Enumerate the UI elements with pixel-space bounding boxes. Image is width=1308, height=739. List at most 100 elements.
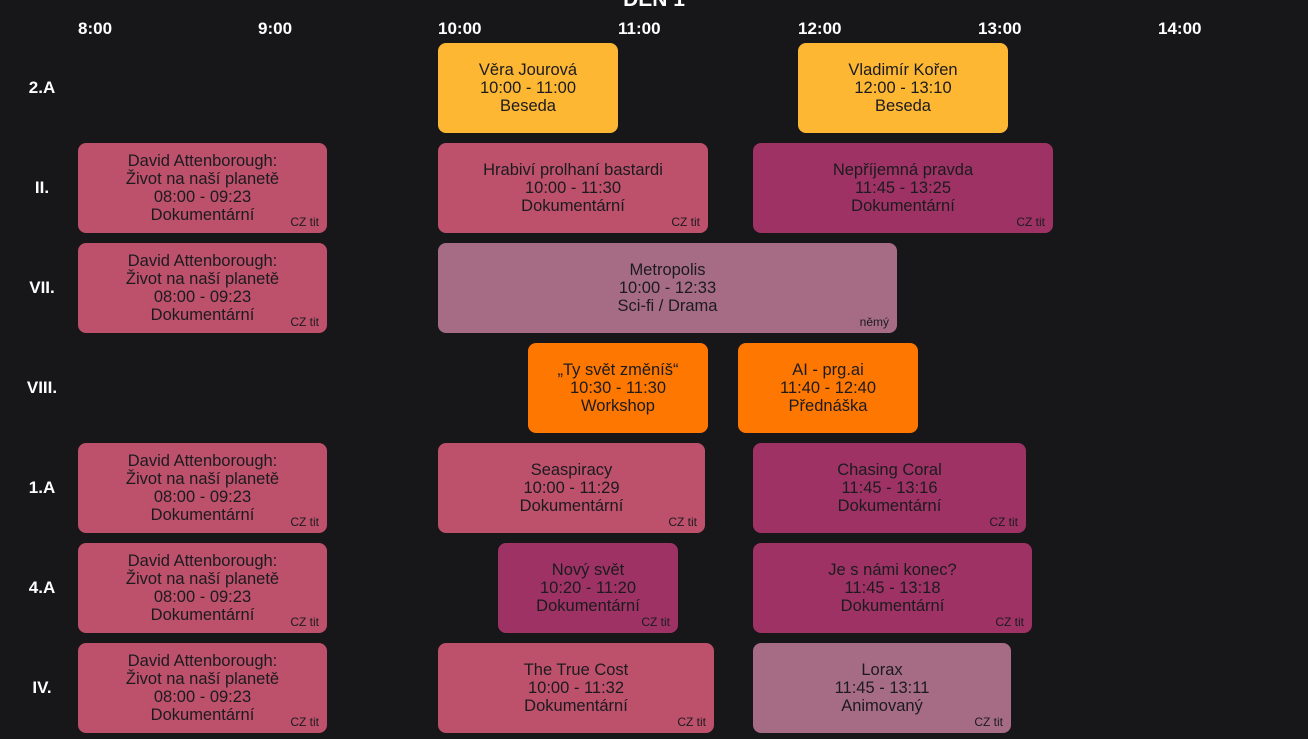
event-card[interactable]: Je s námi konec? 11:45 - 13:18 Dokumentárn…	[753, 543, 1032, 633]
event-tag: CZ tit	[290, 515, 319, 529]
time-label-1200: 12:00	[798, 19, 842, 38]
event-title-line2: Život na naší planetě	[125, 570, 280, 588]
event-card[interactable]: AI - prg.ai 11:40 - 12:40 Přednáška	[738, 343, 918, 433]
event-card[interactable]: Nový svět 10:20 - 11:20 Dokumentární CZ tit	[498, 543, 678, 633]
time-label-900: 9:00	[258, 19, 293, 38]
event-title: AI - prg.ai	[792, 361, 864, 379]
event-genre: Dokumentární	[150, 606, 255, 624]
event-genre: Sci-fi / Drama	[617, 297, 718, 315]
row-label-2a: 2.A	[28, 78, 56, 97]
event-title: Nový svět	[551, 561, 625, 579]
time-label-1400: 14:00	[1158, 19, 1202, 38]
event-tag: CZ tit	[974, 715, 1003, 729]
event-genre: Dokumentární	[521, 197, 625, 215]
row-label-viii: VIII.	[26, 378, 58, 397]
row-label-vii: VII.	[29, 278, 55, 297]
event-time: 10:30 - 11:30	[569, 379, 667, 397]
event-title-line2: Život na naší planetě	[125, 470, 280, 488]
event-time: 08:00 - 09:23	[153, 488, 252, 506]
event-title: Věra Jourová	[478, 61, 578, 79]
event-genre: Dokumentární	[851, 197, 955, 215]
event-tag: CZ tit	[290, 215, 319, 229]
event-title: David Attenborough:	[127, 152, 278, 170]
event-card[interactable]: Hrabiví prolhaní bastardi 10:00 - 11:30 Do…	[438, 143, 708, 233]
event-time: 10:00 - 11:32	[527, 679, 625, 697]
event-title: The True Cost	[523, 661, 629, 679]
event-time: 12:00 - 13:10	[854, 79, 952, 97]
event-time: 10:00 - 11:00	[479, 79, 577, 97]
event-card[interactable]: Metropolis 10:00 - 12:33 Sci-fi / Drama něm…	[438, 243, 897, 333]
event-card[interactable]: David Attenborough: Život na naší planetě…	[78, 143, 327, 233]
event-card[interactable]: Věra Jourová 10:00 - 11:00 Beseda	[438, 43, 618, 133]
event-genre: Beseda	[875, 97, 931, 115]
event-time: 08:00 - 09:23	[153, 588, 252, 606]
event-title: Nepříjemná pravda	[832, 161, 974, 179]
event-time: 11:40 - 12:40	[779, 379, 877, 397]
event-genre: Workshop	[581, 397, 655, 415]
event-title: Je s námi konec?	[828, 561, 957, 579]
event-card[interactable]: Seaspiracy 10:00 - 11:29 Dokumentární CZ ti…	[438, 443, 705, 533]
event-genre: Dokumentární	[150, 206, 255, 224]
row-label-ii: II.	[34, 178, 50, 197]
event-card[interactable]: David Attenborough: Život na naší planetě…	[78, 443, 327, 533]
event-title: Seaspiracy	[530, 461, 613, 479]
event-time: 08:00 - 09:23	[153, 288, 252, 306]
event-title-line2: Život na naší planetě	[125, 170, 280, 188]
event-tag: CZ tit	[989, 515, 1018, 529]
event-card[interactable]: David Attenborough: Život na naší planetě…	[78, 643, 327, 733]
event-genre: Animovaný	[841, 697, 923, 715]
event-title-line2: Život na naší planetě	[125, 270, 280, 288]
event-time: 10:00 - 11:30	[524, 179, 622, 197]
event-card[interactable]: Vladimír Kořen 12:00 - 13:10 Beseda	[798, 43, 1008, 133]
event-genre: Beseda	[500, 97, 556, 115]
event-time: 11:45 - 13:16	[841, 479, 938, 497]
event-card[interactable]: David Attenborough: Život na naší planetě…	[78, 243, 327, 333]
event-card[interactable]: Chasing Coral 11:45 - 13:16 Dokumentární CZ…	[753, 443, 1026, 533]
event-time: 10:20 - 11:20	[539, 579, 637, 597]
event-genre: Dokumentární	[150, 306, 255, 324]
event-card[interactable]: Nepříjemná pravda 11:45 - 13:25 Dokumentár…	[753, 143, 1053, 233]
event-title: David Attenborough:	[127, 652, 278, 670]
event-time: 08:00 - 09:23	[153, 688, 252, 706]
event-tag: CZ tit	[290, 315, 319, 329]
event-genre: Dokumentární	[150, 706, 255, 724]
event-genre: Dokumentární	[536, 597, 640, 615]
event-tag: CZ tit	[1016, 215, 1045, 229]
event-time: 11:45 - 13:25	[854, 179, 952, 197]
event-tag: CZ tit	[641, 615, 670, 629]
event-genre: Dokumentární	[837, 497, 942, 515]
event-tag: němý	[859, 315, 889, 329]
row-label-4a: 4.A	[28, 578, 56, 597]
day-title: DEN 1	[0, 0, 1308, 12]
event-title: David Attenborough:	[127, 252, 278, 270]
event-time: 11:45 - 13:18	[844, 579, 941, 597]
event-tag: CZ tit	[671, 215, 700, 229]
event-time: 11:45 - 13:11	[834, 679, 930, 697]
event-title: „Ty svět změníš“	[557, 361, 679, 379]
event-title: Chasing Coral	[837, 461, 942, 479]
time-label-1100: 11:00	[618, 19, 661, 38]
event-genre: Dokumentární	[519, 497, 624, 515]
event-title: David Attenborough:	[127, 452, 278, 470]
event-card[interactable]: Lorax 11:45 - 13:11 Animovaný CZ tit	[753, 643, 1011, 733]
time-label-1300: 13:00	[978, 19, 1022, 38]
row-label-iv: IV.	[32, 678, 52, 697]
event-tag: CZ tit	[677, 715, 706, 729]
event-title: Metropolis	[629, 261, 706, 279]
event-tag: CZ tit	[290, 715, 319, 729]
event-time: 10:00 - 12:33	[618, 279, 717, 297]
event-title: Hrabiví prolhaní bastardi	[483, 161, 663, 179]
event-title-line2: Život na naší planetě	[125, 670, 280, 688]
event-genre: Dokumentární	[524, 697, 628, 715]
event-time: 10:00 - 11:29	[523, 479, 620, 497]
event-time: 08:00 - 09:23	[153, 188, 252, 206]
event-card[interactable]: „Ty svět změníš“ 10:30 - 11:30 Workshop	[528, 343, 708, 433]
time-label-1000: 10:00	[438, 19, 482, 38]
event-tag: CZ tit	[995, 615, 1024, 629]
event-card[interactable]: David Attenborough: Život na naší planetě…	[78, 543, 327, 633]
event-tag: CZ tit	[290, 615, 319, 629]
event-genre: Dokumentární	[840, 597, 945, 615]
event-card[interactable]: The True Cost 10:00 - 11:32 Dokumentární CZ…	[438, 643, 714, 733]
row-label-1a: 1.A	[28, 478, 56, 497]
event-title: Lorax	[861, 661, 903, 679]
